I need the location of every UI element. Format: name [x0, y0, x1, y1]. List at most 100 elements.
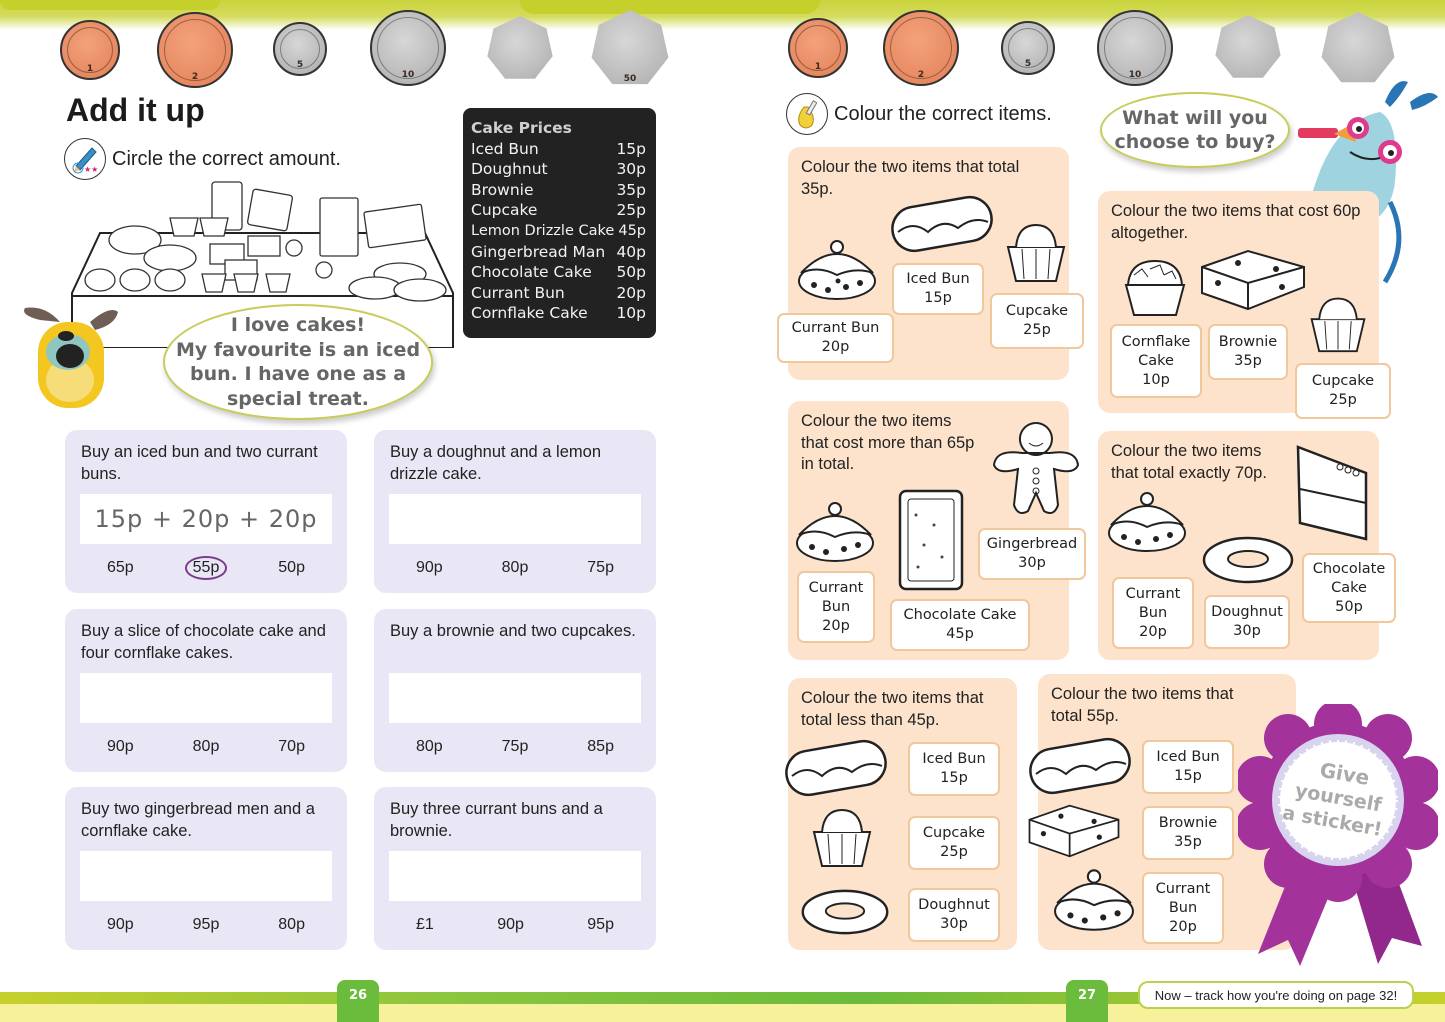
- currant-bun-icon: [1108, 492, 1186, 552]
- price-row: Gingerbread Man 40p: [471, 242, 646, 261]
- item-tag[interactable]: Cornflake Cake 10p: [1110, 324, 1202, 398]
- working-box[interactable]: [389, 673, 641, 723]
- price-row: Lemon Drizzle Cake 45p: [471, 222, 646, 239]
- item-tag[interactable]: Iced Bun 15p: [892, 263, 984, 315]
- item-tag[interactable]: Doughnut 30p: [908, 888, 1000, 942]
- answer-option-circled[interactable]: 55p: [184, 556, 228, 580]
- footer-note[interactable]: Now – track how you're doing on page 32!: [1138, 981, 1414, 1009]
- working-box[interactable]: [80, 851, 332, 901]
- coin-1p: 1: [60, 20, 120, 80]
- instruction-text: Circle the correct amount.: [112, 147, 341, 170]
- answer-option[interactable]: £1: [408, 913, 442, 937]
- answer-option[interactable]: 65p: [99, 556, 142, 580]
- cornflake-cake-icon: [169, 217, 199, 237]
- answer-option[interactable]: 75p: [494, 735, 537, 759]
- currant-bun-icon: [154, 268, 186, 292]
- working-box[interactable]: 15p + 20p + 20p: [80, 494, 332, 544]
- working-box[interactable]: [389, 494, 641, 544]
- item-tag[interactable]: Brownie 35p: [1208, 324, 1288, 380]
- answer-option[interactable]: 50p: [270, 556, 313, 580]
- colour-card: Colour the two items that total 35p. Cur…: [777, 147, 1084, 380]
- answer-option[interactable]: 90p: [99, 735, 142, 759]
- working-box[interactable]: [389, 851, 641, 901]
- coin-1p: 1: [788, 18, 848, 78]
- cupcake-icon: [812, 808, 872, 867]
- answer-option[interactable]: 80p: [408, 735, 451, 759]
- answer-option[interactable]: 95p: [185, 913, 228, 937]
- iced-bun-icon: [891, 195, 993, 253]
- doughnut-icon: [1202, 536, 1294, 584]
- price-row: Cupcake 25p: [471, 201, 646, 220]
- top-paint-splash: [520, 0, 820, 14]
- item-tag[interactable]: Currant Bun 20p: [797, 571, 875, 643]
- item-tag[interactable]: Currant Bun 20p: [1112, 577, 1194, 649]
- currant-bun-icon: [798, 240, 876, 300]
- brownie-icon: [1028, 804, 1120, 858]
- colour-card: Colour the two items that cost more than…: [788, 401, 1086, 660]
- coin-2p: 2: [883, 10, 959, 86]
- question-card: Buy two gingerbread men and a cornflake …: [65, 787, 347, 950]
- item-tag[interactable]: Brownie 35p: [1142, 806, 1234, 860]
- top-paint-splash: [0, 0, 220, 10]
- answer-option[interactable]: 80p: [494, 556, 537, 580]
- item-tag[interactable]: Chocolate Cake 45p: [890, 599, 1030, 651]
- dog-speech-bubble: I love cakes! My favourite is an iced bu…: [163, 304, 433, 420]
- item-tag[interactable]: Iced Bun 15p: [908, 742, 1000, 796]
- answer-option[interactable]: 80p: [270, 913, 313, 937]
- answer-option[interactable]: 90p: [408, 556, 451, 580]
- price-row: Chocolate Cake 50p: [471, 263, 646, 282]
- price-row: Currant Bun 20p: [471, 283, 646, 302]
- cupcake-icon: [201, 273, 227, 293]
- answer-option[interactable]: 85p: [579, 735, 622, 759]
- gingerbread-man-icon: [285, 239, 303, 257]
- lemon-drizzle-icon: [363, 203, 427, 249]
- instruction-text: Colour the correct items.: [834, 102, 1052, 125]
- cupcake-icon: [233, 273, 259, 293]
- iced-bun-icon: [1029, 737, 1131, 795]
- price-board-title: Cake Prices: [471, 119, 572, 137]
- item-tag[interactable]: Chocolate Cake 50p: [1302, 553, 1396, 623]
- answer-option[interactable]: 95p: [579, 913, 622, 937]
- currant-bun-icon: [796, 502, 874, 562]
- coin-2p: 2: [157, 12, 233, 88]
- coin-5p: 5: [273, 22, 327, 76]
- colour-card: Colour the two items that total exactly …: [1098, 431, 1396, 660]
- pencil-icon: ★★: [64, 138, 106, 180]
- answer-option[interactable]: 90p: [489, 913, 532, 937]
- item-tag[interactable]: Cupcake 25p: [1295, 363, 1391, 419]
- cornflake-cake-icon: [199, 217, 229, 237]
- item-tag[interactable]: Currant Bun 20p: [1142, 872, 1224, 944]
- question-card: Buy a brownie and two cupcakes. 80p 75p 85…: [374, 609, 656, 772]
- answer-option[interactable]: 80p: [185, 735, 228, 759]
- question-card: Buy a slice of chocolate cake and four c…: [65, 609, 347, 772]
- colour-card: Colour the two items that total less tha…: [785, 678, 1017, 950]
- item-tag[interactable]: Gingerbread 30p: [978, 528, 1086, 580]
- sticker-rosette[interactable]: Give yourself a sticker!: [1238, 704, 1438, 966]
- currant-bun-icon: [84, 268, 116, 292]
- doughnut-icon: [348, 276, 402, 300]
- answer-option[interactable]: 90p: [99, 913, 142, 937]
- page-title: Add it up: [66, 92, 205, 128]
- item-tag[interactable]: Cupcake 25p: [908, 816, 1000, 870]
- brownie-icon: [247, 235, 281, 257]
- item-tag[interactable]: Iced Bun 15p: [1142, 740, 1234, 794]
- bird-speech-bubble: What will you choose to buy?: [1100, 92, 1290, 168]
- cupcake-icon: [265, 273, 291, 293]
- cupcake-icon: [1310, 297, 1366, 353]
- coin-10p: 10: [370, 10, 446, 86]
- answer-option[interactable]: 70p: [270, 735, 313, 759]
- brownie-icon: [1201, 249, 1305, 311]
- answer-option[interactable]: 75p: [579, 556, 622, 580]
- item-tag[interactable]: Doughnut 30p: [1204, 595, 1290, 649]
- working-box[interactable]: [80, 673, 332, 723]
- item-tag[interactable]: Currant Bun 20p: [777, 313, 894, 363]
- chocolate-cake-icon: [898, 489, 964, 591]
- instruction: Colour the correct items.: [786, 93, 1052, 135]
- currant-bun-icon: [119, 268, 151, 292]
- item-tag[interactable]: Cupcake 25p: [990, 293, 1084, 349]
- paintbrush-icon: [786, 93, 828, 135]
- cake-slice-icon: [1296, 445, 1368, 541]
- dog-character-illustration: [24, 307, 118, 408]
- chocolate-cake-icon: [319, 197, 359, 257]
- price-row: Brownie 35p: [471, 180, 646, 199]
